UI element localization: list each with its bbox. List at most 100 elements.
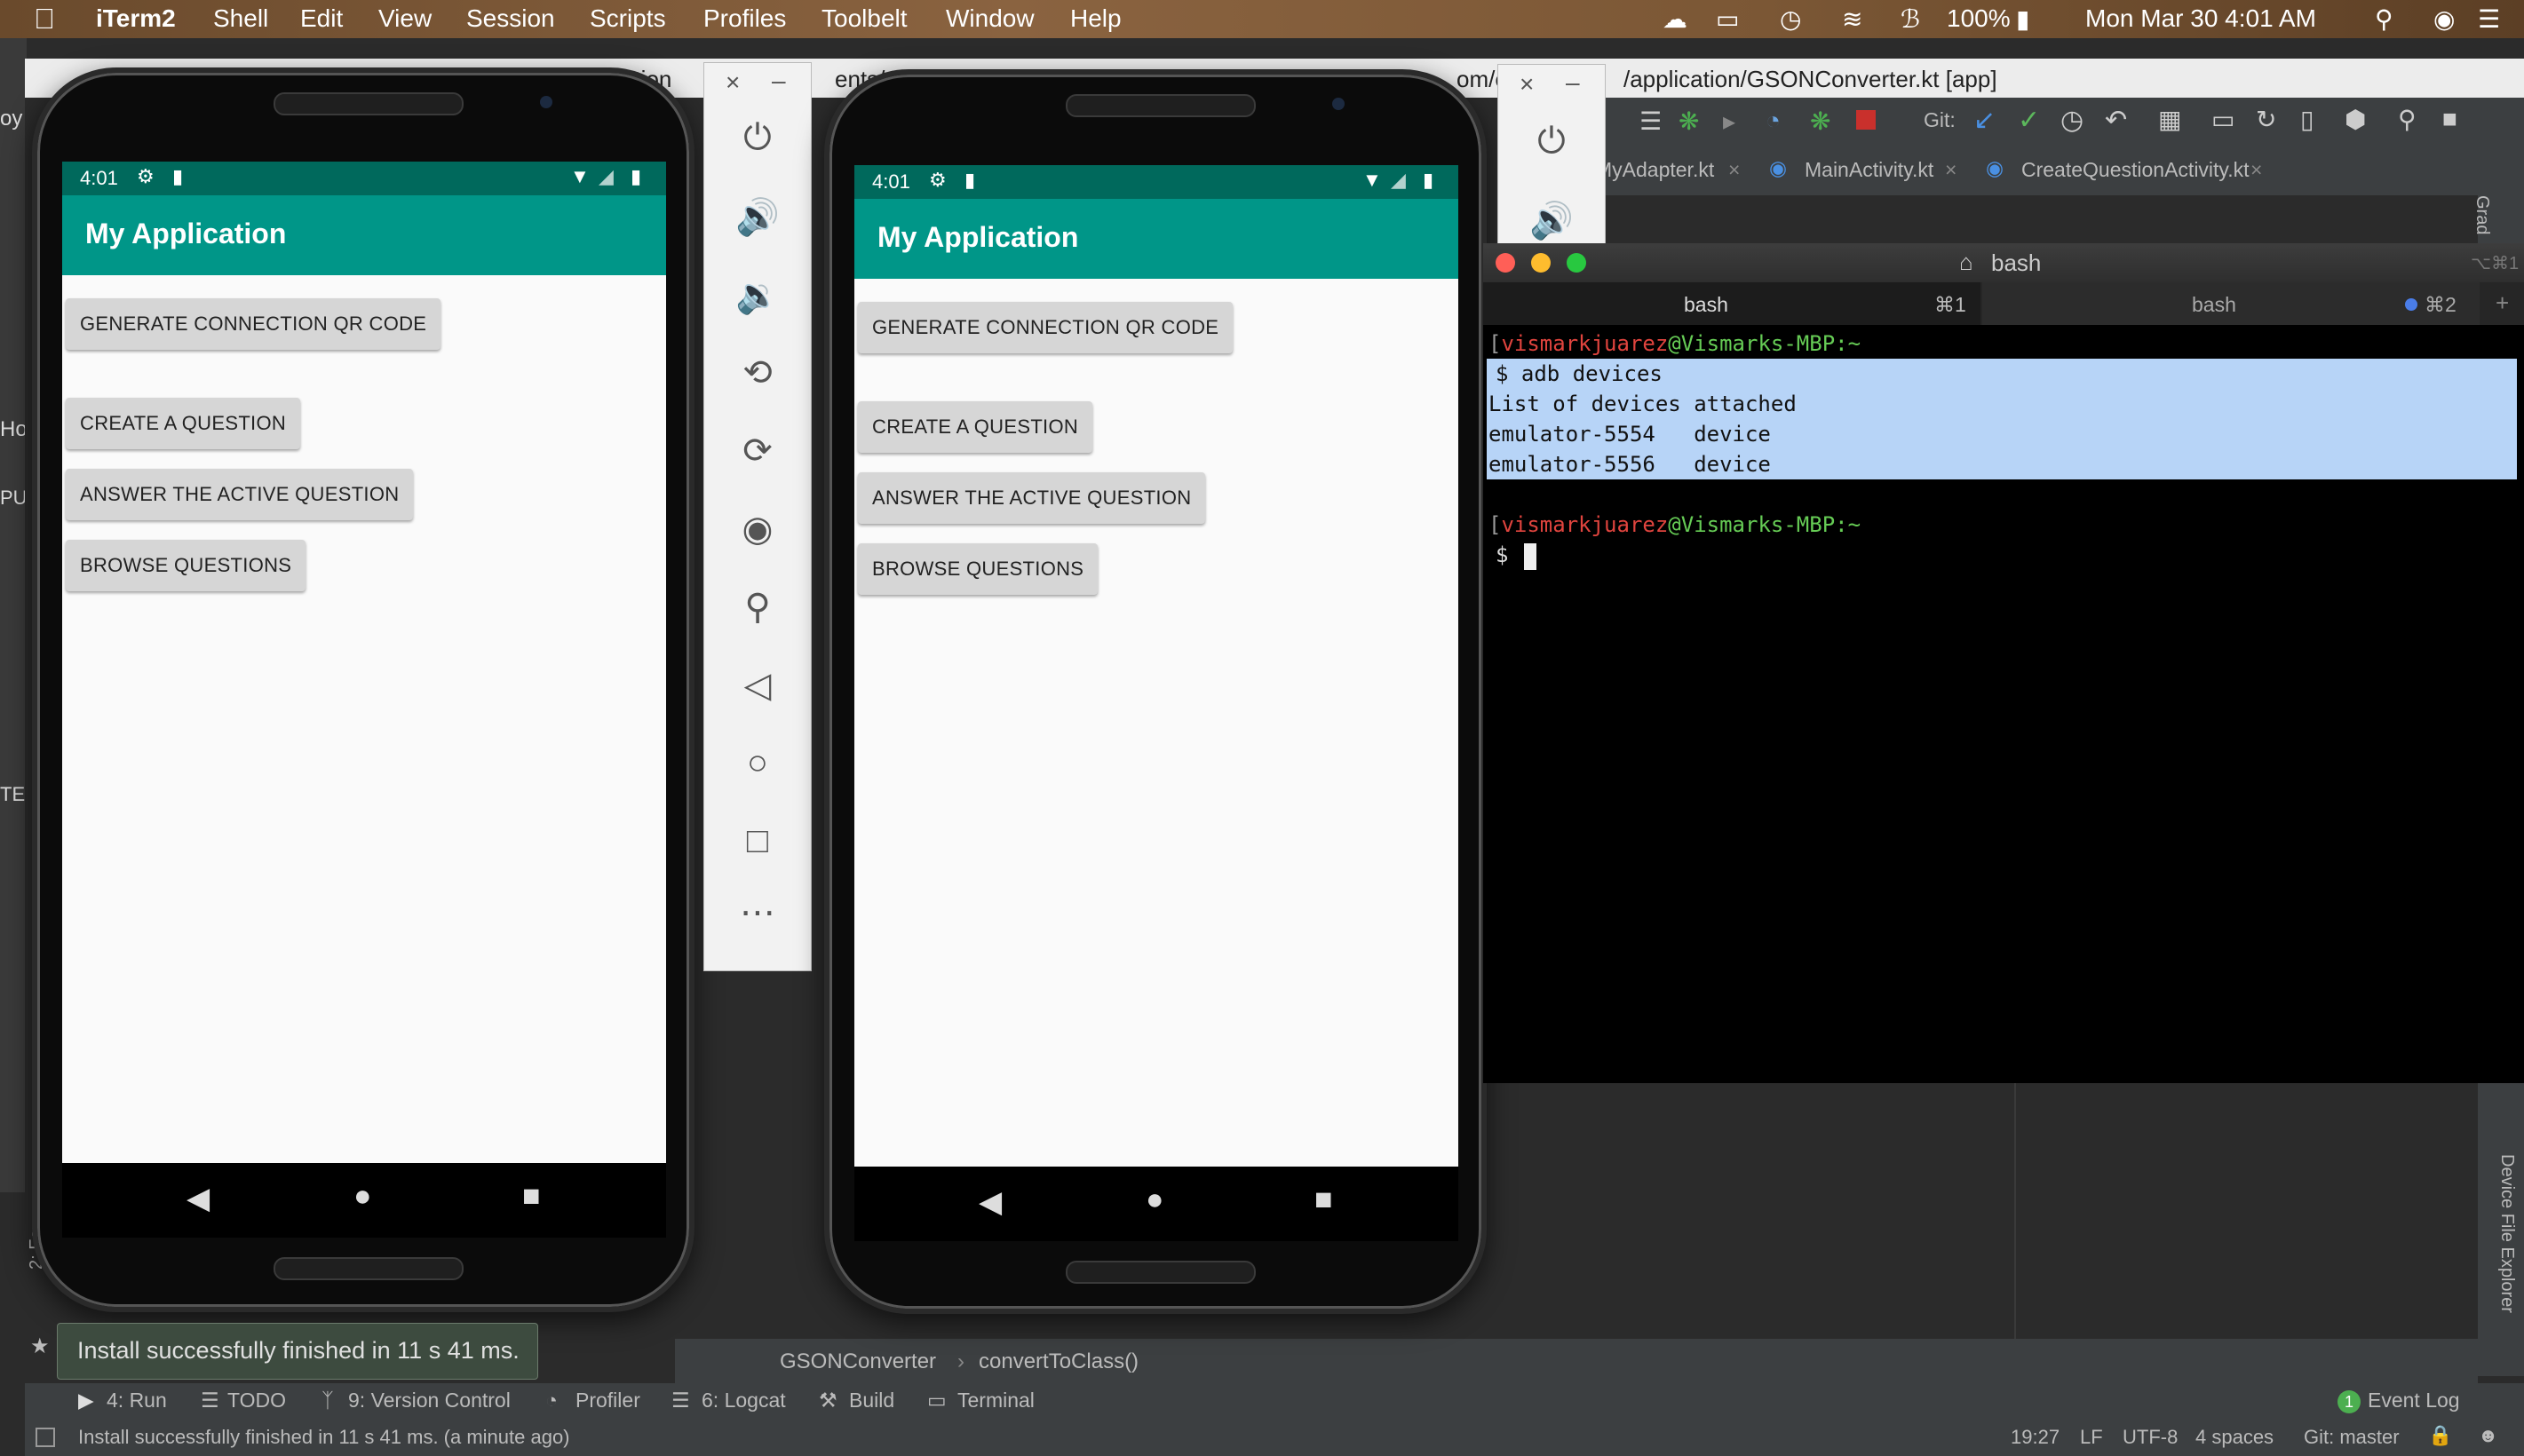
- volume-down-icon[interactable]: 🔉: [704, 274, 811, 316]
- sdk-manager-icon[interactable]: ⬢: [2345, 105, 2366, 134]
- tab-bash-2[interactable]: bash ⌘2: [1982, 282, 2480, 325]
- minimize-window-button[interactable]: [1531, 253, 1551, 273]
- volume-up-icon[interactable]: 🔊: [1498, 200, 1605, 241]
- overview-icon[interactable]: ■: [522, 1179, 541, 1214]
- more-icon[interactable]: ⋯: [704, 892, 811, 933]
- menu-edit[interactable]: Edit: [300, 4, 343, 33]
- toolwin-event-log[interactable]: Event Log: [2368, 1389, 2460, 1412]
- menu-toolbelt[interactable]: Toolbelt: [821, 4, 908, 33]
- siri-icon[interactable]: ◉: [2433, 4, 2455, 34]
- generate-qr-button[interactable]: GENERATE CONNECTION QR CODE: [858, 302, 1234, 353]
- status-line-separator[interactable]: LF: [2080, 1426, 2103, 1449]
- git-update-icon[interactable]: ↙: [1973, 105, 1996, 136]
- back-icon[interactable]: ◀: [979, 1184, 1002, 1220]
- generate-qr-button[interactable]: GENERATE CONNECTION QR CODE: [66, 298, 441, 350]
- menu-scripts[interactable]: Scripts: [590, 4, 666, 33]
- wifi-icon[interactable]: ≋: [1842, 4, 1862, 34]
- menu-app-name[interactable]: iTerm2: [96, 4, 176, 33]
- cloud-icon[interactable]: ☁: [1663, 4, 1687, 34]
- airplay-icon[interactable]: ▭: [1716, 4, 1739, 34]
- minimize-icon[interactable]: –: [1566, 68, 1580, 97]
- git-history-icon[interactable]: ◷: [2060, 105, 2083, 136]
- rotate-left-icon[interactable]: ⟲: [704, 352, 811, 393]
- camera-icon[interactable]: ◉: [704, 509, 811, 550]
- notification-center-icon[interactable]: ☰: [2478, 4, 2500, 34]
- create-question-button[interactable]: CREATE A QUESTION: [66, 398, 301, 449]
- toolwin-profiler[interactable]: Profiler: [575, 1389, 640, 1412]
- back-icon[interactable]: ◀: [187, 1181, 210, 1216]
- debug-icon[interactable]: ❋: [1679, 107, 1699, 136]
- status-indent[interactable]: 4 spaces: [2195, 1426, 2274, 1449]
- stop-icon[interactable]: [1856, 110, 1876, 130]
- new-tab-icon[interactable]: +: [2496, 289, 2509, 317]
- status-message[interactable]: Install successfully finished in 11 s 41…: [78, 1426, 570, 1449]
- inspector-icon[interactable]: ☻: [2478, 1424, 2498, 1447]
- close-icon[interactable]: ×: [726, 68, 740, 97]
- rotate-right-icon[interactable]: ⟳: [704, 431, 811, 471]
- browse-questions-button[interactable]: BROWSE QUESTIONS: [66, 540, 306, 591]
- lock-icon[interactable]: 🔒: [2428, 1424, 2452, 1447]
- phone-1-screen[interactable]: 4:01 ⚙ ▮ ▼ ◢ ▮ My Application GENERATE C…: [62, 162, 666, 1163]
- breadcrumb-function[interactable]: convertToClass(): [979, 1349, 1139, 1374]
- menubar-clock[interactable]: Mon Mar 30 4:01 AM: [2085, 4, 2316, 33]
- home-icon[interactable]: ●: [353, 1179, 372, 1214]
- toolwin-build[interactable]: Build: [849, 1389, 894, 1412]
- status-caret-position[interactable]: 19:27: [2011, 1426, 2060, 1449]
- battery-percent[interactable]: 100%: [1947, 4, 2011, 33]
- search-everywhere-icon[interactable]: ⚲: [2398, 105, 2417, 134]
- overview-icon[interactable]: ■: [1314, 1183, 1333, 1217]
- coverage-icon[interactable]: ▸: [1723, 107, 1735, 136]
- tab-bash-1[interactable]: bash ⌘1: [1483, 282, 1980, 325]
- back-icon[interactable]: ◁: [704, 665, 811, 706]
- apply-changes-icon[interactable]: ❋: [1810, 107, 1830, 136]
- time-machine-icon[interactable]: ◷: [1780, 4, 1801, 34]
- avd-manager-icon[interactable]: ▭: [2211, 105, 2234, 134]
- menu-help[interactable]: Help: [1070, 4, 1122, 33]
- close-icon[interactable]: ×: [2250, 158, 2262, 182]
- menu-window[interactable]: Window: [946, 4, 1035, 33]
- volume-up-icon[interactable]: 🔊: [704, 196, 811, 238]
- answer-question-button[interactable]: ANSWER THE ACTIVE QUESTION: [66, 469, 414, 520]
- structure-icon[interactable]: ☰: [1639, 107, 1662, 136]
- profile-icon[interactable]: ◔: [1766, 107, 1781, 135]
- tab-createquestionactivity[interactable]: CreateQuestionActivity.kt: [2021, 158, 2250, 182]
- power-icon[interactable]: ⏻: [704, 118, 811, 158]
- close-icon[interactable]: ×: [1945, 158, 1956, 182]
- terminal-output[interactable]: [vismarkjuarez@Vismarks-MBP:~ $ adb devi…: [1483, 325, 2524, 1083]
- zoom-window-button[interactable]: [1567, 253, 1586, 273]
- tab-mainactivity[interactable]: MainActivity.kt: [1805, 158, 1933, 182]
- spotlight-icon[interactable]: ⚲: [2375, 4, 2393, 34]
- status-toggle-icon[interactable]: [36, 1428, 55, 1447]
- power-icon[interactable]: ⏻: [1498, 122, 1605, 162]
- status-encoding[interactable]: UTF-8: [2123, 1426, 2178, 1449]
- bluetooth-icon[interactable]: ℬ: [1901, 4, 1920, 34]
- menu-shell[interactable]: Shell: [213, 4, 268, 33]
- toolwin-vcs[interactable]: 9: Version Control: [348, 1389, 511, 1412]
- git-revert-icon[interactable]: ↶: [2105, 105, 2127, 136]
- phone-2-screen[interactable]: 4:01 ⚙ ▮ ▼ ◢ ▮ My Application GENERATE C…: [854, 165, 1458, 1167]
- project-structure-icon[interactable]: ▦: [2158, 105, 2181, 134]
- git-commit-icon[interactable]: ✓: [2018, 105, 2040, 136]
- create-question-button[interactable]: CREATE A QUESTION: [858, 401, 1093, 453]
- user-icon[interactable]: ■: [2442, 105, 2457, 133]
- minimize-icon[interactable]: –: [772, 67, 786, 95]
- toolwin-run[interactable]: 4: Run: [107, 1389, 167, 1412]
- toolwin-todo[interactable]: TODO: [227, 1389, 286, 1412]
- answer-question-button[interactable]: ANSWER THE ACTIVE QUESTION: [858, 472, 1206, 524]
- close-icon[interactable]: ×: [1520, 70, 1534, 99]
- close-icon[interactable]: ×: [1728, 158, 1740, 182]
- breadcrumb-class[interactable]: GSONConverter: [780, 1349, 936, 1374]
- browse-questions-button[interactable]: BROWSE QUESTIONS: [858, 543, 1099, 595]
- overview-icon[interactable]: □: [704, 821, 811, 861]
- sync-icon[interactable]: ↻: [2256, 105, 2276, 134]
- close-window-button[interactable]: [1496, 253, 1515, 273]
- menu-session[interactable]: Session: [466, 4, 555, 33]
- device-file-explorer-tab[interactable]: Device File Explorer: [2496, 1154, 2517, 1313]
- toolwin-terminal[interactable]: Terminal: [957, 1389, 1035, 1412]
- zoom-icon[interactable]: ⚲: [704, 587, 811, 628]
- toolwin-logcat[interactable]: 6: Logcat: [702, 1389, 786, 1412]
- status-git-branch[interactable]: Git: master: [2304, 1426, 2400, 1449]
- star-icon[interactable]: ★: [30, 1333, 50, 1359]
- menu-profiles[interactable]: Profiles: [703, 4, 786, 33]
- gradle-tab[interactable]: Grad: [2472, 195, 2492, 234]
